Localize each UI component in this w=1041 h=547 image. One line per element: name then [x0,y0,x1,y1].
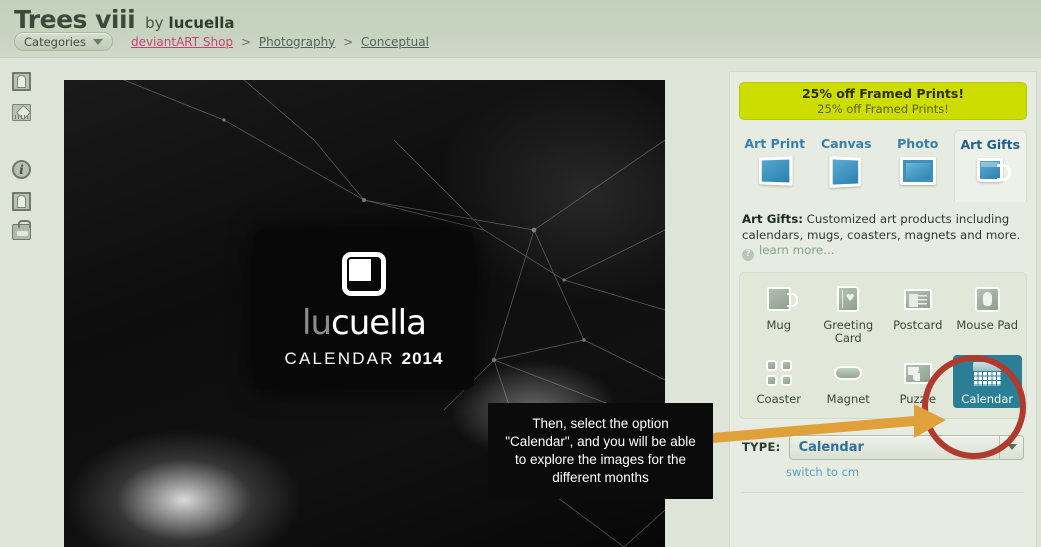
tab-art-print[interactable]: Art Print [739,130,811,202]
category-description: Art Gifts: Customized art products inclu… [742,212,1024,261]
tab-photo-label: Photo [897,136,939,151]
lucuella-logo-icon [342,251,386,296]
instruction-callout-text: Then, select the option "Calendar", and … [505,416,696,485]
categories-label: Categories [24,34,86,49]
chevron-down-icon [999,435,1023,459]
tab-canvas[interactable]: Canvas [811,130,883,202]
coaster-icon [763,359,795,387]
product-greeting-card[interactable]: Greeting Card [814,281,884,347]
categories-button[interactable]: Categories [14,32,113,51]
calendar-icon [971,359,1003,387]
promo-headline: 25% off Framed Prints! [801,86,965,101]
by-label: by [145,14,164,32]
calendar-year: 2014 [401,348,444,368]
product-mug[interactable]: Mug [744,281,814,347]
tab-canvas-label: Canvas [820,136,872,151]
framed-print-icon[interactable] [12,192,32,212]
breadcrumb: deviantART Shop > Photography > Conceptu… [131,35,429,49]
author-name[interactable]: lucuella [169,14,235,32]
wordmark-bright: cuella [331,302,427,343]
promo-banner[interactable]: 25% off Framed Prints! 25% off Framed Pr… [739,82,1027,120]
annotation-arrow [700,396,960,448]
postcard-icon [902,285,934,313]
art-print-icon [758,156,793,186]
help-icon[interactable]: ? [742,248,754,261]
panel-divider [742,491,1024,493]
mug-icon [977,158,1012,182]
tab-photo[interactable]: Photo [882,130,954,202]
tab-art-gifts[interactable]: Art Gifts [953,130,1027,202]
meta-row: Categories deviantART Shop > Photography… [14,32,429,51]
breadcrumb-separator-2: > [343,34,354,49]
product-mouse-pad-label: Mouse Pad [956,317,1019,332]
arrow-icon [700,404,946,444]
product-mouse-pad[interactable]: Mouse Pad [953,281,1023,347]
instruction-callout: Then, select the option "Calendar", and … [488,403,713,499]
product-greeting-card-label: Greeting Card [823,317,874,345]
rail-spacer [12,136,46,160]
breadcrumb-shop[interactable]: deviantART Shop [131,35,233,49]
switch-units-link[interactable]: switch to cm [786,465,859,479]
learn-more-link[interactable]: learn more... [759,243,834,257]
tab-art-print-label: Art Print [744,136,806,151]
breadcrumb-conceptual[interactable]: Conceptual [361,35,429,49]
product-options-panel: 25% off Framed Prints! 25% off Framed Pr… [729,71,1037,547]
product-row-1: Mug Greeting Card Postcard Mouse Pad [744,281,1022,347]
chevron-down-icon [93,38,103,45]
mouse-pad-icon [971,285,1003,313]
page-header: Trees viii by lucuella Categories devian… [0,0,1041,58]
info-icon[interactable]: i [12,160,32,180]
canvas-icon [829,156,862,188]
shopping-bag-icon[interactable] [12,220,32,244]
product-postcard-label: Postcard [893,317,943,332]
tab-art-gifts-label: Art Gifts [960,137,1021,152]
wordmark-dim: lu [302,302,332,343]
breadcrumb-photography[interactable]: Photography [259,35,335,49]
lucuella-logo-card: lucuella CALENDAR 2014 [254,230,474,390]
product-calendar-label: Calendar [961,391,1014,406]
product-mug-label: Mug [766,317,791,332]
greeting-card-icon [832,285,864,313]
edit-icon[interactable] [12,104,32,124]
title-row: Trees viii by lucuella [14,5,235,34]
tool-rail: i [12,72,46,256]
breadcrumb-separator-1: > [240,34,251,49]
product-category-tabs: Art Print Canvas Photo Art Gifts [739,130,1027,202]
mug-icon [763,285,798,313]
promo-subline: 25% off Framed Prints! [817,102,949,116]
calendar-word: CALENDAR [284,348,395,368]
product-postcard[interactable]: Postcard [883,281,953,347]
page-root: Trees viii by lucuella Categories devian… [0,0,1041,547]
page-title: Trees viii [14,5,136,34]
print-preview-icon[interactable] [12,72,32,92]
photo-icon [899,157,936,185]
puzzle-icon [902,359,934,387]
calendar-year-text: CALENDAR 2014 [285,349,444,369]
product-calendar[interactable]: Calendar [952,354,1022,408]
description-lead: Art Gifts: [742,212,803,226]
lucuella-wordmark: lucuella [302,302,427,343]
magnet-icon [832,359,864,387]
